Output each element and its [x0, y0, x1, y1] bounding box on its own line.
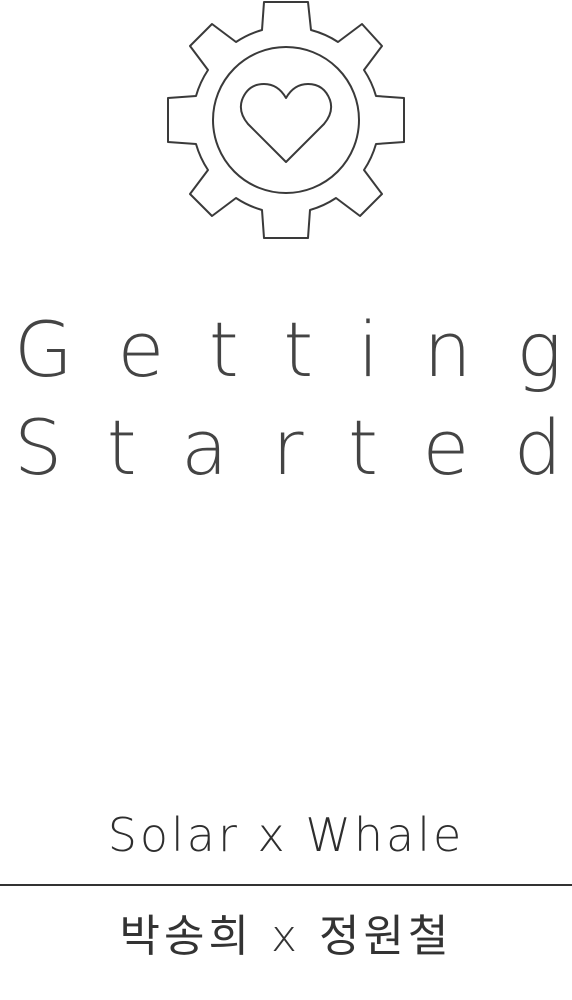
footer-english-credits: Solar x Whale — [107, 808, 465, 862]
title-letter: e — [422, 403, 470, 492]
footer-divider — [0, 884, 572, 886]
gear-heart-svg — [167, 1, 405, 239]
title-letter: a — [181, 403, 228, 492]
title-line-getting: G e t t i n g — [14, 312, 562, 388]
title-letter: i — [357, 305, 379, 394]
title-letter: S — [14, 403, 63, 492]
title-letter: t — [348, 403, 378, 492]
gear-heart-icon — [166, 0, 406, 240]
title-letter: n — [423, 305, 472, 394]
title-line-started: S t a r t e d — [14, 410, 562, 486]
title-letter: t — [106, 403, 137, 492]
title-letter: g — [516, 305, 562, 394]
title-letter: r — [272, 403, 304, 492]
title-letter: t — [283, 305, 314, 394]
title-letter: d — [513, 403, 562, 492]
title-letter: t — [208, 305, 239, 394]
title-letter: G — [14, 305, 73, 394]
footer-korean-credits: 박송희 x 정원철 — [119, 911, 453, 962]
title-letter: e — [117, 305, 165, 394]
